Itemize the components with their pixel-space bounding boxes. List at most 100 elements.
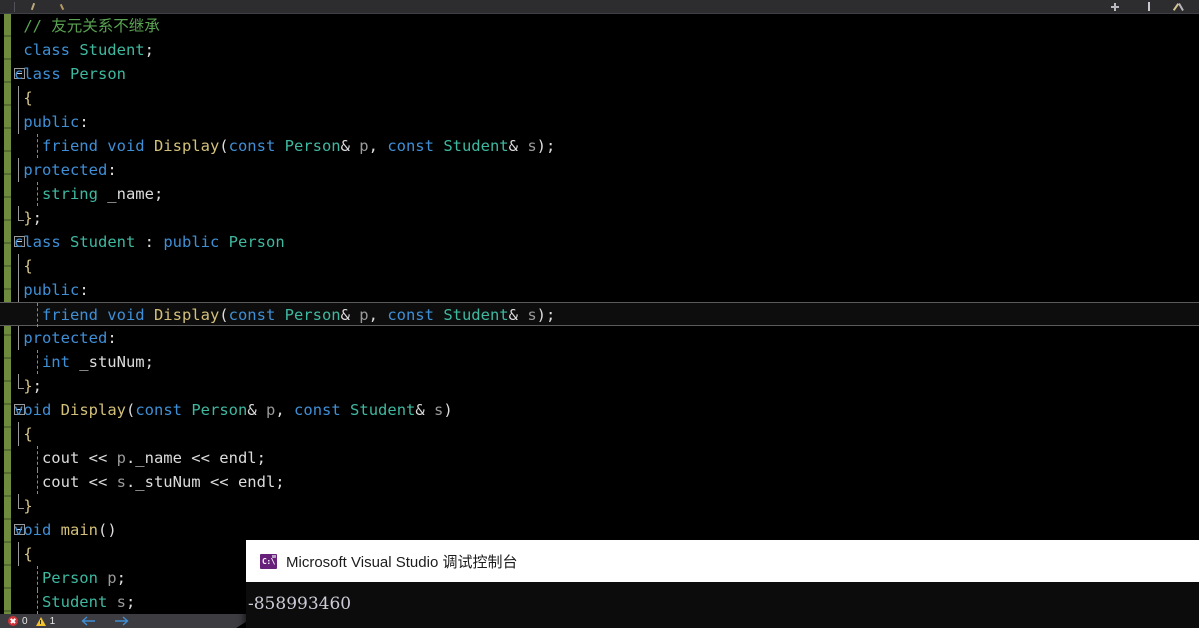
code-token: ; [144, 41, 154, 59]
console-app-icon: C:\ [260, 553, 277, 569]
code-token: class [14, 65, 70, 83]
code-token: p [116, 449, 126, 467]
code-token: << [88, 449, 117, 467]
code-line[interactable]: class Person [0, 62, 1199, 86]
code-line[interactable]: }; [0, 374, 1199, 398]
code-line-text: }; [23, 377, 42, 395]
forward-arrow-icon[interactable] [113, 616, 129, 626]
code-line-text: friend void Display(const Person& p, con… [42, 137, 555, 155]
code-lines[interactable]: // 友元关系不继承 class Student; class Person{pub… [0, 14, 1199, 614]
code-token: Person [284, 137, 341, 155]
code-token: int [41, 353, 80, 371]
code-token: public [23, 281, 80, 299]
code-token: Student [443, 306, 509, 324]
code-token: Person [41, 569, 108, 587]
code-line[interactable]: } [0, 494, 1199, 518]
code-token: ; [256, 449, 266, 467]
code-token: ._stuNum [125, 473, 210, 491]
code-line-text: class Person [14, 65, 126, 83]
toolbar-divider [14, 1, 15, 12]
structure-guide [18, 110, 19, 134]
code-line[interactable]: class Student : public Person [0, 230, 1199, 254]
wand-icon[interactable] [58, 2, 68, 12]
code-line[interactable]: cout << p._name << endl; [0, 446, 1199, 470]
structure-guide [18, 86, 19, 110]
code-line[interactable]: void Display(const Person& p, const Stud… [0, 398, 1199, 422]
back-arrow-icon[interactable] [81, 616, 97, 626]
console-output: -858993460 [246, 582, 1199, 628]
error-indicator[interactable]: 0 [8, 616, 28, 627]
code-line[interactable]: void main() [0, 518, 1199, 542]
warning-indicator[interactable]: 1 [35, 616, 55, 627]
code-token: const [228, 137, 285, 155]
structure-guide [36, 303, 38, 327]
code-token: & [340, 306, 360, 324]
code-line[interactable]: public: [0, 110, 1199, 134]
code-token: , [368, 306, 388, 324]
code-line[interactable]: }; [0, 206, 1199, 230]
code-token: ; [275, 473, 285, 491]
structure-guide [36, 182, 38, 206]
code-line[interactable]: // 友元关系不继承 [0, 14, 1199, 38]
code-token: ._name [125, 449, 192, 467]
code-line-text: } [23, 497, 32, 515]
navigation-controls [81, 616, 145, 626]
code-token: s [527, 137, 537, 155]
structure-guide [36, 134, 38, 158]
toolbar-left-pad [0, 0, 8, 13]
code-line-text: public: [23, 281, 88, 299]
code-token: s [116, 593, 126, 611]
code-token: const [135, 401, 192, 419]
pointer-icon[interactable] [30, 2, 40, 12]
code-token: ( [126, 401, 136, 419]
code-token: void [107, 137, 154, 155]
code-token: p [107, 569, 117, 587]
code-token: { [23, 545, 33, 563]
code-token: class [14, 233, 70, 251]
add-icon[interactable] [1110, 2, 1120, 12]
code-line[interactable]: { [0, 86, 1199, 110]
code-line[interactable]: cout << s._stuNum << endl; [0, 470, 1199, 494]
code-line[interactable]: { [0, 422, 1199, 446]
visual-studio-window: // 友元关系不继承 class Student; class Person{pub… [0, 0, 1199, 628]
code-line[interactable]: int _stuNum; [0, 350, 1199, 374]
code-token: : [79, 113, 89, 131]
code-token: s [527, 306, 537, 324]
code-token: Student [350, 401, 416, 419]
code-line[interactable]: public: [0, 278, 1199, 302]
console-title-bar[interactable]: C:\ Microsoft Visual Studio 调试控制台 [246, 540, 1199, 582]
code-token: ; [153, 185, 164, 203]
code-token: protected [23, 329, 108, 347]
code-line[interactable]: string _name; [0, 182, 1199, 206]
code-line-text: friend void Display(const Person& p, con… [42, 306, 555, 324]
code-token: ; [144, 353, 154, 371]
code-line-text: { [23, 257, 32, 275]
code-token: ); [536, 137, 556, 155]
code-line-text: Student s; [42, 593, 135, 611]
structure-guide [36, 470, 38, 494]
code-line[interactable]: friend void Display(const Person& p, con… [0, 134, 1199, 158]
code-line[interactable]: class Student; [0, 38, 1199, 62]
code-token: main [60, 521, 98, 539]
code-line[interactable]: friend void Display(const Person& p, con… [0, 302, 1199, 327]
toolbar-right-group [1096, 2, 1199, 12]
structure-guide [36, 350, 38, 374]
code-token: Student [443, 137, 509, 155]
code-line[interactable]: protected: [0, 158, 1199, 182]
code-token: class [23, 41, 80, 59]
code-editor[interactable]: // 友元关系不继承 class Student; class Person{pub… [0, 14, 1199, 614]
error-count: 0 [22, 615, 28, 627]
structure-guide [36, 566, 38, 590]
code-line[interactable]: { [0, 254, 1199, 278]
code-token: } [23, 377, 33, 395]
code-line-text: class Student : public Person [14, 233, 285, 251]
code-line[interactable]: protected: [0, 326, 1199, 350]
code-token: Student [79, 41, 145, 59]
code-token: & [508, 137, 528, 155]
code-token: void [107, 306, 154, 324]
error-icon [8, 616, 18, 626]
code-token: Student [70, 233, 145, 251]
code-line-text: protected: [23, 329, 116, 347]
debug-console-window[interactable]: C:\ Microsoft Visual Studio 调试控制台 -85899… [246, 540, 1199, 628]
wrench-icon[interactable] [1174, 2, 1185, 12]
